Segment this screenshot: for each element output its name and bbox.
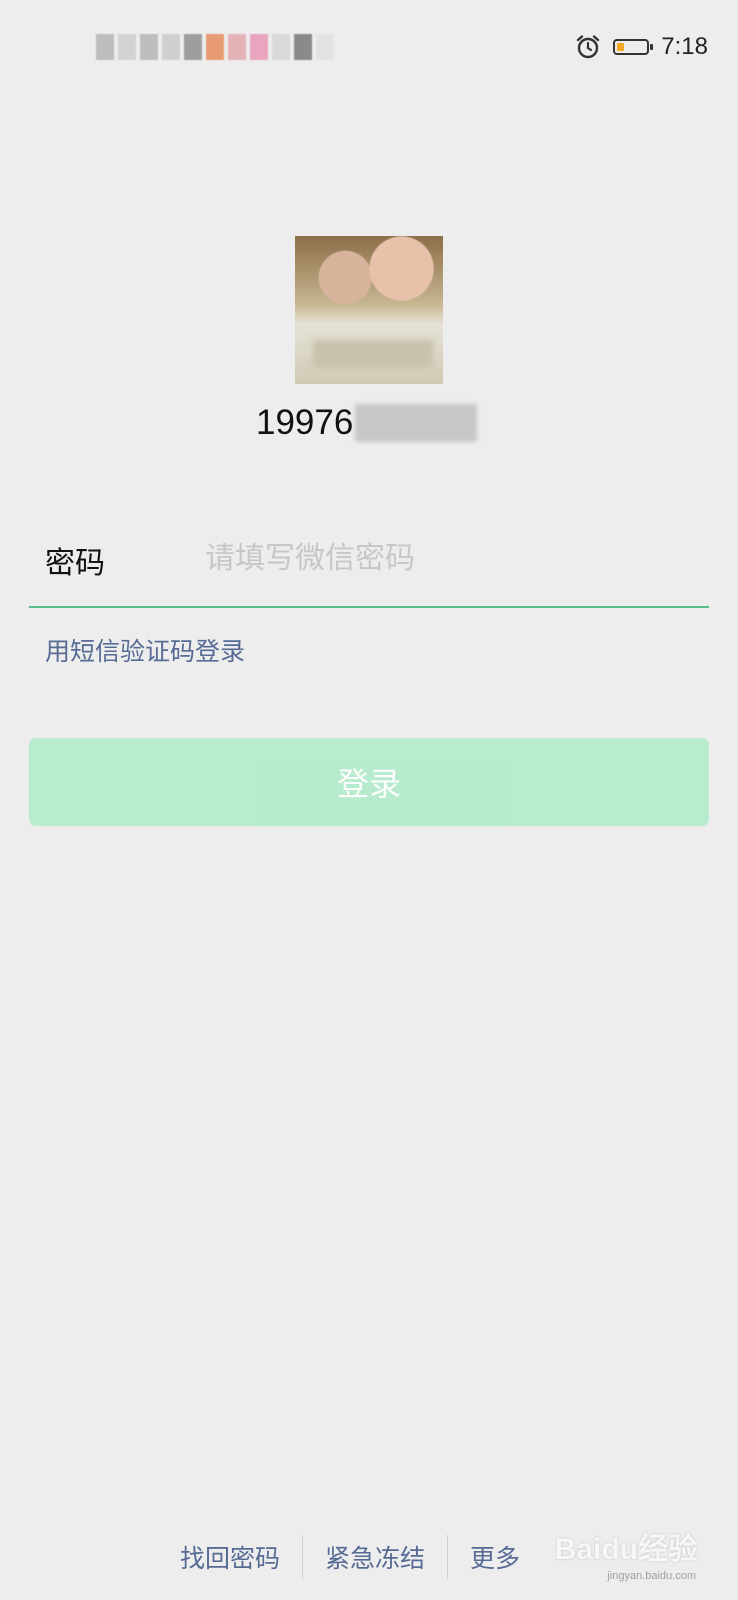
login-button[interactable]: 登录 [29,738,709,826]
baidu-watermark-url: jingyan.baidu.com [607,1570,696,1582]
account-number-mask [355,404,478,442]
password-input[interactable] [205,528,685,588]
blurred-notification-icons [96,34,334,60]
avatar-blur-mask [313,340,433,368]
sms-login-link[interactable]: 用短信验证码登录 [45,632,245,668]
password-row: 密码 [29,520,709,608]
footer-divider [302,1535,304,1579]
footer-links: 找回密码 紧急冻结 更多 [180,1533,520,1581]
battery-level [617,43,625,51]
find-password-link[interactable]: 找回密码 [180,1539,280,1575]
account-number: 19976 [256,403,354,442]
emergency-freeze-link[interactable]: 紧急冻结 [325,1539,425,1575]
avatar [295,236,443,384]
status-time: 7:18 [661,33,708,60]
password-label: 密码 [45,546,105,581]
account-row: 19976 [256,398,478,448]
status-bar: 7:18 [0,0,738,92]
battery-icon [613,39,654,55]
baidu-watermark: Baidu经验 [554,1533,698,1566]
alarm-icon [575,34,601,60]
status-indicators: 7:18 [575,30,708,64]
footer-divider [447,1535,449,1579]
more-link[interactable]: 更多 [470,1539,520,1575]
